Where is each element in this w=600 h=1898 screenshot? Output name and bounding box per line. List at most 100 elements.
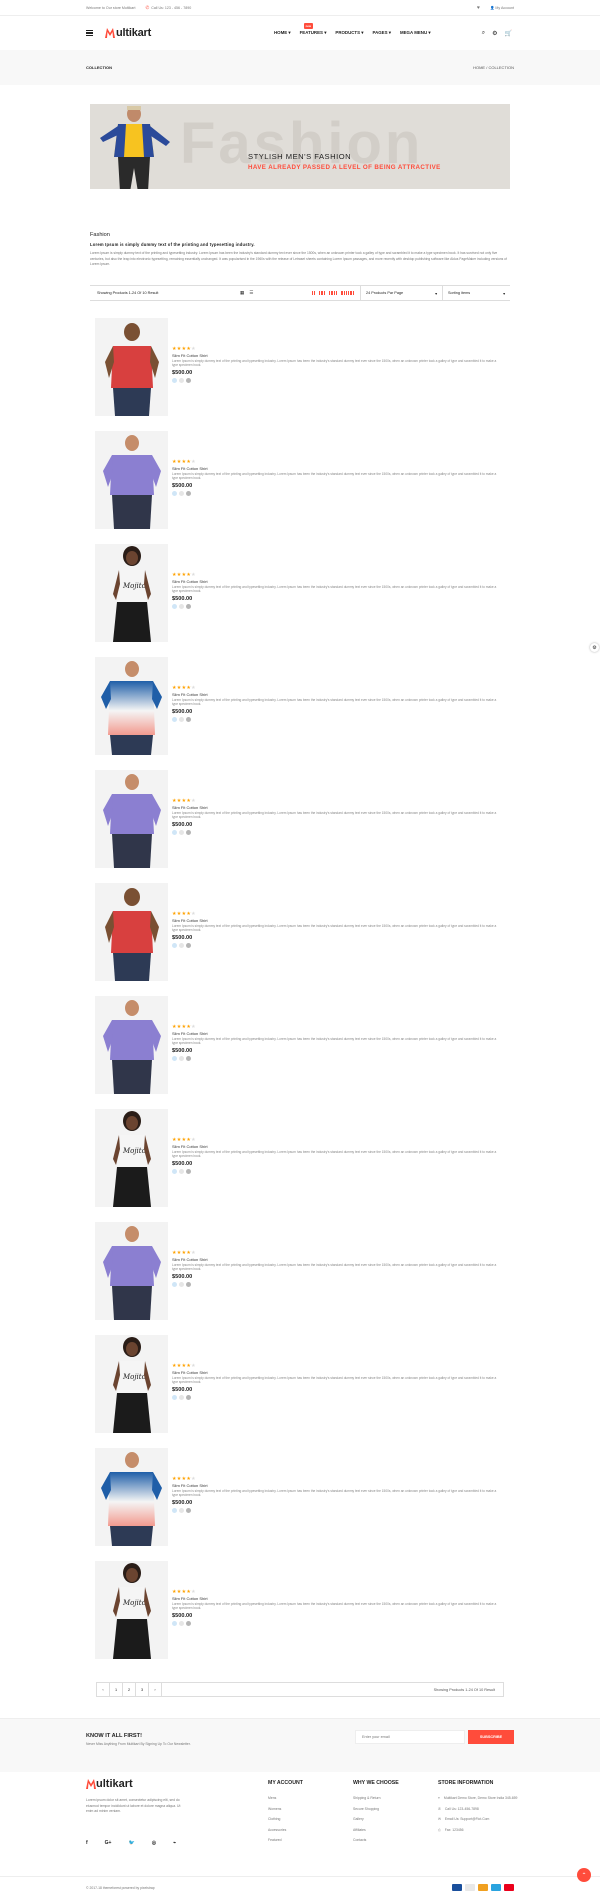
my-account-link[interactable]: 👤 My Account	[490, 6, 514, 10]
product-name[interactable]: Slim Fit Cotton Shirt	[172, 579, 502, 584]
product-item[interactable]: ★★★★★ Slim Fit Cotton Shirt Lorem Ipsum …	[95, 657, 505, 757]
color-swatch[interactable]	[179, 829, 184, 835]
color-swatch[interactable]	[179, 1281, 184, 1287]
page-3-button[interactable]: 3	[136, 1683, 149, 1696]
product-item[interactable]: ★★★★★ Slim Fit Cotton Shirt Lorem Ipsum …	[95, 996, 505, 1096]
color-swatch[interactable]	[172, 490, 177, 496]
sort-select[interactable]: Sorting items ▾	[442, 286, 510, 300]
nav-mega-menu[interactable]: MEGA MENU ▾	[400, 30, 431, 36]
color-swatch[interactable]	[186, 1281, 191, 1287]
product-image[interactable]	[95, 883, 168, 981]
color-swatch[interactable]	[172, 829, 177, 835]
color-swatch[interactable]	[179, 1620, 184, 1626]
product-item[interactable]: ★★★★★ Slim Fit Cotton Shirt Lorem Ipsum …	[95, 770, 505, 870]
breadcrumb-home[interactable]: HOME	[473, 65, 485, 70]
color-swatch[interactable]	[179, 490, 184, 496]
grid-view-icon[interactable]: ▦	[240, 290, 244, 296]
footer-link-mens[interactable]: Mens	[268, 1796, 303, 1800]
menu-hamburger-icon[interactable]	[86, 30, 93, 36]
product-image[interactable]	[95, 431, 168, 529]
per-page-select[interactable]: 24 Products Par Page ▾	[360, 286, 442, 300]
product-item[interactable]: ★★★★★ Slim Fit Cotton Shirt Lorem Ipsum …	[95, 1448, 505, 1548]
google-plus-icon[interactable]: G+	[105, 1840, 112, 1846]
cart-icon[interactable]: 🛒	[505, 30, 512, 37]
color-swatch[interactable]	[186, 1394, 191, 1400]
page-next-button[interactable]: ›	[149, 1683, 162, 1696]
page-prev-button[interactable]: ‹	[97, 1683, 110, 1696]
product-name[interactable]: Slim Fit Cotton Shirt	[172, 1370, 502, 1375]
footer-link-clothing[interactable]: Clothing	[268, 1817, 303, 1821]
product-name[interactable]: Slim Fit Cotton Shirt	[172, 466, 502, 471]
product-name[interactable]: Slim Fit Cotton Shirt	[172, 805, 502, 810]
product-item[interactable]: Mojito ★★★★★ Slim Fit Cotton Shirt Lorem…	[95, 1109, 505, 1209]
nav-products[interactable]: PRODUCTS ▾	[335, 30, 363, 36]
color-swatch[interactable]	[172, 1507, 177, 1513]
search-icon[interactable]: ⌕	[482, 30, 485, 37]
page-1-button[interactable]: 1	[110, 1683, 123, 1696]
product-item[interactable]: Mojito ★★★★★ Slim Fit Cotton Shirt Lorem…	[95, 1561, 505, 1661]
color-swatch[interactable]	[186, 1620, 191, 1626]
product-name[interactable]: Slim Fit Cotton Shirt	[172, 1031, 502, 1036]
product-item[interactable]: ★★★★★ Slim Fit Cotton Shirt Lorem Ipsum …	[95, 1222, 505, 1322]
product-image[interactable]	[95, 318, 168, 416]
color-swatch[interactable]	[186, 1168, 191, 1174]
product-item[interactable]: ★★★★★ Slim Fit Cotton Shirt Lorem Ipsum …	[95, 318, 505, 418]
nav-pages[interactable]: PAGES ▾	[372, 30, 390, 36]
color-swatch[interactable]	[186, 716, 191, 722]
subscribe-button[interactable]: SUBSCRIBE	[468, 1730, 514, 1744]
color-swatch[interactable]	[186, 942, 191, 948]
color-swatch[interactable]	[172, 1055, 177, 1061]
color-swatch[interactable]	[172, 716, 177, 722]
product-item[interactable]: Mojito ★★★★★ Slim Fit Cotton Shirt Lorem…	[95, 1335, 505, 1435]
page-2-button[interactable]: 2	[123, 1683, 136, 1696]
product-image[interactable]: Mojito	[95, 1335, 168, 1433]
product-name[interactable]: Slim Fit Cotton Shirt	[172, 918, 502, 923]
product-image[interactable]: Mojito	[95, 1561, 168, 1659]
scroll-to-top-button[interactable]: ⌃	[577, 1868, 591, 1882]
product-item[interactable]: ★★★★★ Slim Fit Cotton Shirt Lorem Ipsum …	[95, 431, 505, 531]
twitter-icon[interactable]: 🐦	[128, 1840, 134, 1846]
nav-features[interactable]: new FEATURES ▾	[300, 23, 326, 36]
color-swatch[interactable]	[179, 1055, 184, 1061]
product-name[interactable]: Slim Fit Cotton Shirt	[172, 353, 502, 358]
footer-link-accessories[interactable]: Accessories	[268, 1828, 303, 1832]
color-swatch[interactable]	[172, 1394, 177, 1400]
site-logo[interactable]: ultikart	[105, 27, 151, 39]
color-swatch[interactable]	[179, 603, 184, 609]
color-swatch[interactable]	[172, 1281, 177, 1287]
color-swatch[interactable]	[172, 377, 177, 383]
color-swatch[interactable]	[179, 942, 184, 948]
color-swatch[interactable]	[172, 603, 177, 609]
settings-icon[interactable]: ⚙	[492, 30, 497, 37]
product-name[interactable]: Slim Fit Cotton Shirt	[172, 1596, 502, 1601]
facebook-icon[interactable]: f	[86, 1840, 88, 1846]
nav-home[interactable]: HOME ▾	[274, 30, 291, 36]
product-image[interactable]	[95, 657, 168, 755]
color-swatch[interactable]	[172, 1620, 177, 1626]
product-name[interactable]: Slim Fit Cotton Shirt	[172, 1257, 502, 1262]
footer-link-gallery[interactable]: Gallery	[353, 1817, 399, 1821]
newsletter-email-input[interactable]: Enter your email	[355, 1730, 465, 1744]
color-swatch[interactable]	[186, 490, 191, 496]
product-image[interactable]: Mojito	[95, 544, 168, 642]
product-name[interactable]: Slim Fit Cotton Shirt	[172, 1144, 502, 1149]
list-view-icon[interactable]: ☰	[249, 290, 253, 296]
footer-link-featured[interactable]: Featured	[268, 1838, 303, 1842]
footer-link-secure[interactable]: Secure Shopping	[353, 1807, 399, 1811]
footer-logo[interactable]: ultikart	[86, 1778, 133, 1790]
product-image[interactable]	[95, 1448, 168, 1546]
instagram-icon[interactable]: ◎	[152, 1840, 156, 1846]
product-image[interactable]	[95, 1222, 168, 1320]
footer-link-contacts[interactable]: Contacts	[353, 1838, 399, 1842]
color-swatch[interactable]	[179, 716, 184, 722]
color-swatch[interactable]	[179, 1507, 184, 1513]
product-image[interactable]	[95, 770, 168, 868]
color-swatch[interactable]	[186, 1055, 191, 1061]
color-swatch[interactable]	[179, 377, 184, 383]
color-swatch[interactable]	[179, 1394, 184, 1400]
color-swatch[interactable]	[186, 603, 191, 609]
footer-link-shipping[interactable]: Shipping & Return	[353, 1796, 399, 1800]
product-name[interactable]: Slim Fit Cotton Shirt	[172, 1483, 502, 1488]
product-item[interactable]: Mojito ★★★★★ Slim Fit Cotton Shirt Lorem…	[95, 544, 505, 644]
rss-icon[interactable]: ⌁	[173, 1840, 176, 1846]
